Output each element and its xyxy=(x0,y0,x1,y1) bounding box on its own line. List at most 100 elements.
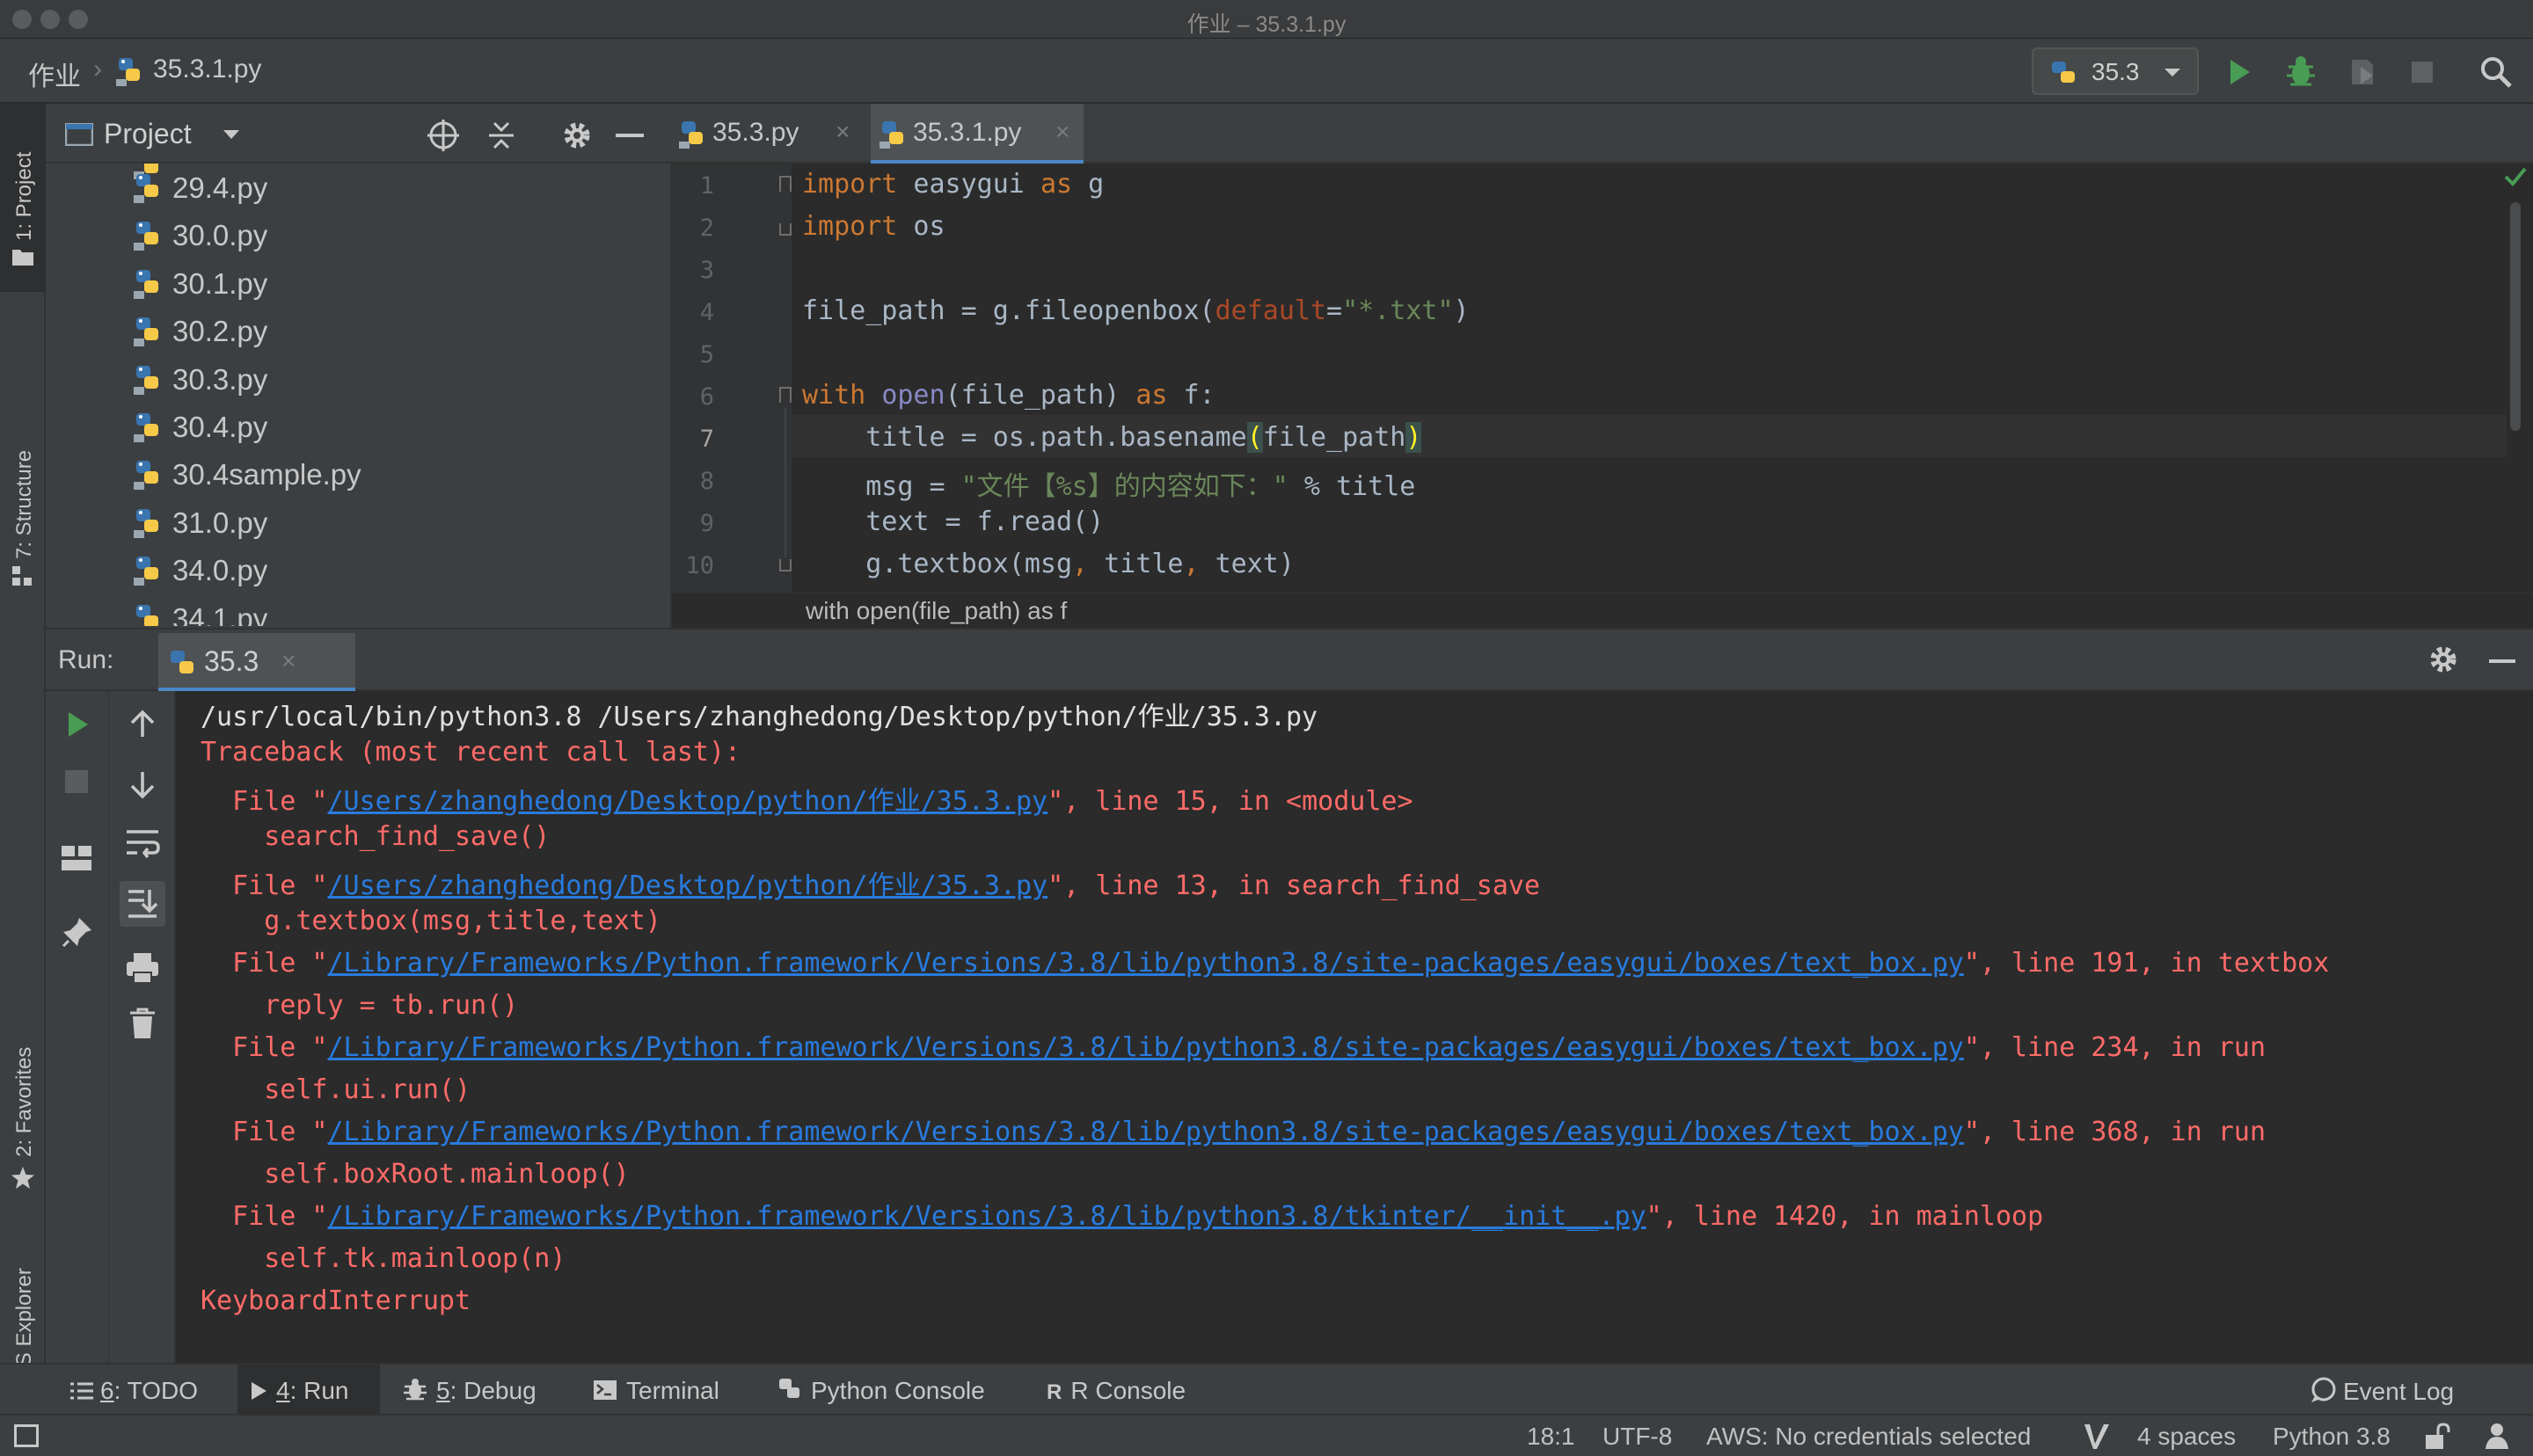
hide-panel-icon[interactable] xyxy=(616,134,644,137)
locate-file-icon[interactable] xyxy=(426,118,461,157)
console-file-link[interactable]: /Library/Frameworks/Python.framework/Ver… xyxy=(328,1032,1964,1063)
editor-tab-35-3-1[interactable]: 35.3.1.py × xyxy=(871,104,1084,164)
search-everywhere-icon[interactable] xyxy=(2477,53,2515,91)
rerun-button[interactable] xyxy=(60,707,95,746)
python-file-icon xyxy=(134,555,164,593)
gear-icon[interactable] xyxy=(2426,642,2461,681)
tree-item-label: 29.4.py xyxy=(172,171,268,204)
unlock-icon[interactable] xyxy=(2424,1423,2450,1455)
code-line-7[interactable]: title = os.path.basename(file_path) xyxy=(802,422,1422,453)
gear-icon[interactable] xyxy=(559,118,595,157)
code-line-2[interactable]: import os xyxy=(802,211,945,242)
pin-icon[interactable] xyxy=(62,916,93,952)
console-file-link[interactable]: /Library/Frameworks/Python.framework/Ver… xyxy=(328,1201,1646,1232)
project-tool-tab[interactable]: 1: Project xyxy=(0,104,46,292)
run-with-coverage-button[interactable] xyxy=(2343,53,2382,91)
console-code-line: self.boxRoot.mainloop() xyxy=(201,1159,630,1190)
caret-position[interactable]: 18:1 xyxy=(1527,1423,1575,1451)
fold-marker-icon[interactable] xyxy=(779,559,792,571)
close-tab-icon[interactable]: × xyxy=(836,118,850,146)
inspector-icon[interactable] xyxy=(2482,1421,2512,1455)
console-code-line: search_find_save() xyxy=(201,821,551,852)
console-code-line: reply = tb.run() xyxy=(201,990,519,1021)
hide-panel-icon[interactable] xyxy=(2489,659,2515,663)
console-traceback-file-line: File "/Library/Frameworks/Python.framewo… xyxy=(201,948,2330,979)
run-tab[interactable]: 35.3 × xyxy=(158,633,355,691)
project-view-title[interactable]: Project xyxy=(104,118,192,150)
vcs-vim-icon[interactable] xyxy=(2083,1423,2111,1455)
run-console-output[interactable]: /usr/local/bin/python3.8 /Users/zhanghed… xyxy=(176,691,2533,1363)
python-console-tool-tab[interactable]: Python Console xyxy=(777,1377,985,1408)
close-tab-icon[interactable]: × xyxy=(281,647,296,675)
debug-tool-tab[interactable]: 5: Debug xyxy=(403,1377,537,1408)
structure-tab-label: 7: Structure xyxy=(12,449,36,559)
console-traceback-file-line: File "/Library/Frameworks/Python.framewo… xyxy=(201,1032,2267,1063)
stop-button[interactable] xyxy=(2403,53,2442,91)
editor-area: 35.3.py × 35.3.1.py × import easygui as … xyxy=(672,104,2533,628)
code-line-9[interactable]: text = f.read() xyxy=(802,506,1104,537)
console-traceback-file-line: File "/Library/Frameworks/Python.framewo… xyxy=(201,1117,2267,1147)
run-panel-header: Run: 35.3 × xyxy=(46,628,2533,691)
fold-marker-icon[interactable] xyxy=(779,223,792,236)
python-file-icon xyxy=(116,56,144,91)
file-encoding[interactable]: UTF-8 xyxy=(1602,1423,1672,1451)
stop-button[interactable] xyxy=(65,770,88,793)
fold-marker-icon[interactable] xyxy=(779,387,792,403)
structure-icon xyxy=(12,566,32,590)
aws-credentials-status[interactable]: AWS: No credentials selected xyxy=(1706,1423,2031,1451)
tree-item-label: 30.0.py xyxy=(172,219,268,252)
window-title: 作业 – 35.3.1.py xyxy=(1186,12,1347,37)
trash-icon[interactable] xyxy=(128,1008,157,1044)
scroll-to-end-button[interactable] xyxy=(120,881,165,927)
python-file-icon xyxy=(134,268,164,307)
terminal-tool-tab[interactable]: Terminal xyxy=(593,1377,719,1407)
soft-wrap-icon[interactable] xyxy=(125,826,160,863)
tree-item-label: 30.4.py xyxy=(172,411,268,443)
python-interpreter[interactable]: Python 3.8 xyxy=(2273,1423,2391,1451)
console-file-link[interactable]: /Users/zhanghedong/Desktop/python/作业/35.… xyxy=(328,870,1048,901)
run-button[interactable] xyxy=(2220,53,2259,91)
chevron-down-icon[interactable] xyxy=(222,127,241,147)
tree-item-label: 30.2.py xyxy=(172,315,268,348)
run-panel-label: Run: xyxy=(58,645,114,674)
fold-marker-icon[interactable] xyxy=(779,176,792,192)
breadcrumb-separator-icon: › xyxy=(93,55,102,84)
editor-breadcrumb-bar: with open(file_path) as f xyxy=(672,593,2533,628)
close-tab-icon[interactable]: × xyxy=(1055,118,1069,146)
run-tab-label: 35.3 xyxy=(204,645,259,677)
toggle-tool-windows-icon[interactable] xyxy=(14,1424,39,1447)
debug-button[interactable] xyxy=(2281,53,2320,91)
console-file-link[interactable]: /Library/Frameworks/Python.framework/Ver… xyxy=(328,1117,1964,1147)
code-line-10[interactable]: g.textbox(msg, title, text) xyxy=(802,549,1295,579)
arrow-down-icon[interactable] xyxy=(127,768,158,804)
editor-tab-bar: 35.3.py × 35.3.1.py × xyxy=(672,104,2533,164)
editor-tab-35-3[interactable]: 35.3.py × xyxy=(672,104,865,164)
breadcrumb-file[interactable]: 35.3.1.py xyxy=(153,55,261,84)
title-bar: 作业 – 35.3.1.py xyxy=(0,0,2533,39)
run-tool-tab[interactable]: 4: Run xyxy=(237,1365,380,1414)
r-console-tool-tab[interactable]: RR Console xyxy=(1047,1377,1186,1405)
code-line-8[interactable]: msg = "文件【%s】的内容如下：" % title xyxy=(802,464,1415,503)
r-icon: R xyxy=(1047,1380,1062,1404)
structure-tool-tab[interactable]: 7: Structure xyxy=(0,315,46,605)
print-icon[interactable] xyxy=(125,950,160,989)
code-line-4[interactable]: file_path = g.fileopenbox(default="*.txt… xyxy=(802,295,1470,326)
python-file-icon xyxy=(134,507,164,546)
tab-label: 35.3.1.py xyxy=(913,118,1022,147)
editor-scrollbar[interactable] xyxy=(2510,202,2521,431)
run-configuration-selector[interactable]: 35.3 xyxy=(2032,47,2199,95)
collapse-all-icon[interactable] xyxy=(485,118,517,157)
code-line-1[interactable]: import easygui as g xyxy=(802,169,1104,200)
console-file-link[interactable]: /Library/Frameworks/Python.framework/Ver… xyxy=(328,948,1964,979)
indent-setting[interactable]: 4 spaces xyxy=(2137,1423,2236,1451)
navigation-bar: 作业 › 35.3.1.py 35.3 xyxy=(0,39,2533,104)
breadcrumb-project[interactable]: 作业 xyxy=(28,55,81,93)
console-file-link[interactable]: /Users/zhanghedong/Desktop/python/作业/35.… xyxy=(328,786,1048,817)
event-log-tool-tab[interactable]: Event Log xyxy=(2310,1377,2454,1409)
code-line-6[interactable]: with open(file_path) as f: xyxy=(802,380,1215,411)
todo-tool-tab[interactable]: 6: TODO xyxy=(70,1377,198,1407)
layout-icon[interactable] xyxy=(62,846,91,875)
arrow-up-icon[interactable] xyxy=(127,709,158,745)
editor-breadcrumb[interactable]: with open(file_path) as f xyxy=(806,597,1067,625)
run-configuration-label: 35.3 xyxy=(2091,58,2140,85)
